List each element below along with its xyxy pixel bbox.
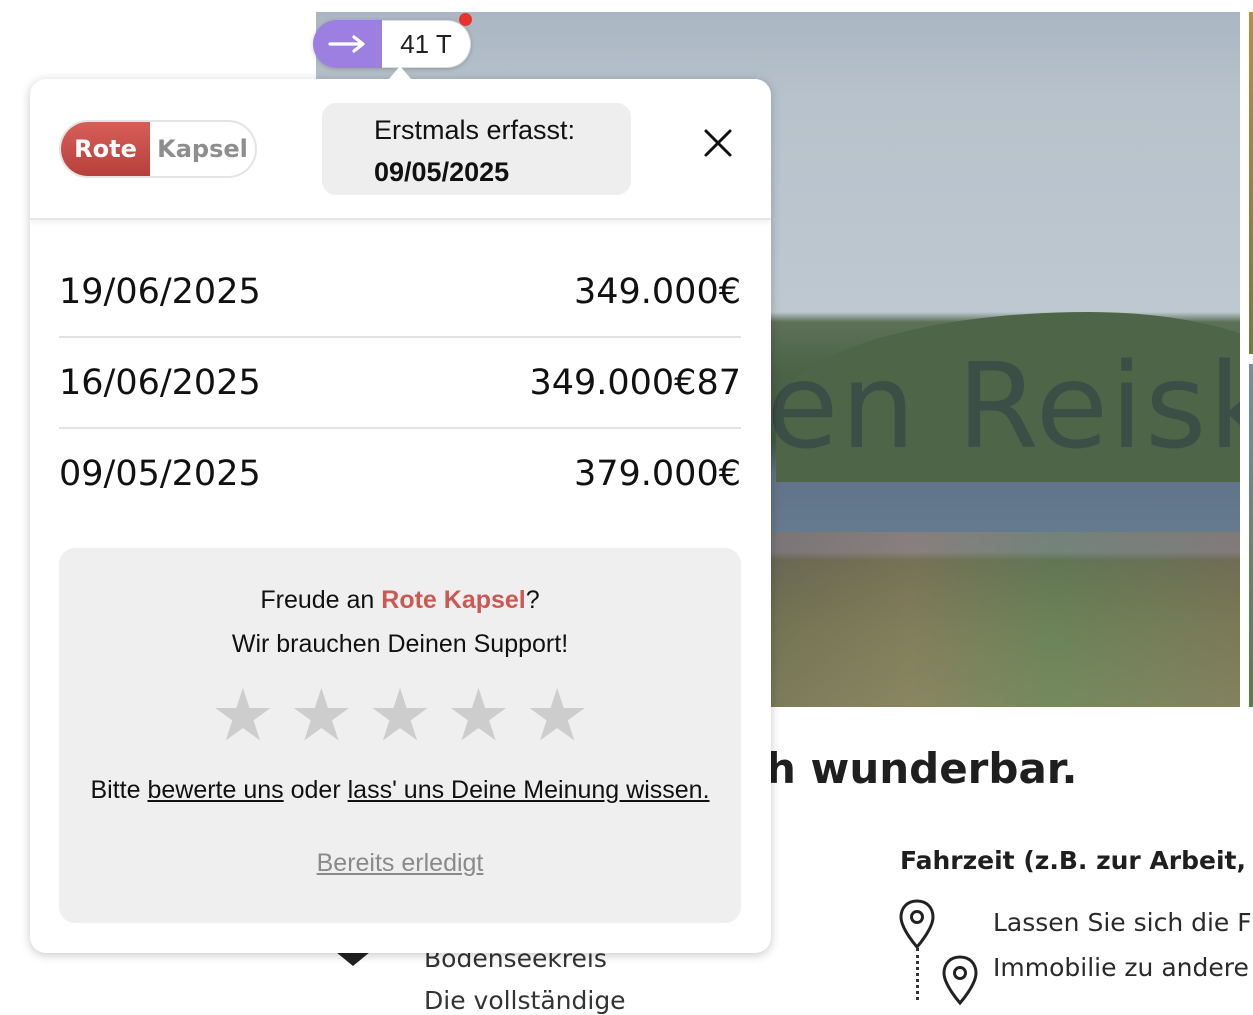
extension-badge[interactable]: 41 T <box>313 13 472 68</box>
popup-header: Rote Kapsel Erstmals erfasst: 09/05/2025 <box>30 79 771 220</box>
price-value: 379.000€ <box>573 453 741 494</box>
route-dots <box>916 948 919 1000</box>
extension-toggle-button[interactable] <box>313 20 382 68</box>
photo-watermark: en Reisky <box>766 337 1240 475</box>
location-pin-icon <box>899 899 935 950</box>
feedback-intro-prefix: Freude an <box>260 586 382 614</box>
commute-text: Immobilie zu andere <box>993 953 1249 982</box>
price-history-list: 19/06/2025 349.000€ 16/06/2025 349.000€8… <box>59 247 741 518</box>
price-history-row: 09/05/2025 379.000€ <box>59 429 741 518</box>
star-icon[interactable]: ★ <box>368 676 433 756</box>
star-icon[interactable]: ★ <box>446 676 511 756</box>
feedback-intro: Freude an Rote Kapsel? <box>59 586 741 615</box>
brand-logo-secondary: Kapsel <box>157 135 248 163</box>
brand-logo[interactable]: Rote Kapsel <box>59 120 257 178</box>
already-done-link[interactable]: Bereits erledigt <box>59 849 741 878</box>
price-history-popup: Rote Kapsel Erstmals erfasst: 09/05/2025… <box>30 79 771 953</box>
brand-logo-primary: Rote <box>61 122 150 176</box>
map-marker-icon <box>336 952 370 966</box>
price-value: 349.000€ <box>573 271 741 312</box>
first-seen-label: Erstmals erfasst: <box>374 115 576 145</box>
close-icon[interactable] <box>700 125 736 161</box>
first-seen-date: 09/05/2025 <box>374 157 510 187</box>
star-icon[interactable]: ★ <box>211 676 276 756</box>
region-description: Die vollständige <box>424 986 626 1015</box>
star-icon[interactable]: ★ <box>525 676 590 756</box>
feedback-brand-name: Rote Kapsel <box>381 586 526 614</box>
feedback-panel: Freude an Rote Kapsel? Wir brauchen Dein… <box>59 548 741 923</box>
days-on-market-counter[interactable]: 41 T <box>382 20 471 68</box>
listing-headline: h wunderbar. <box>766 744 1078 793</box>
price-date: 09/05/2025 <box>59 453 261 494</box>
price-history-row: 19/06/2025 349.000€ <box>59 247 741 338</box>
rate-us-link[interactable]: bewerte uns <box>147 776 283 804</box>
feedback-links: Bitte bewerte uns oder lass' uns Deine M… <box>59 776 741 805</box>
location-pin-icon <box>942 955 978 1006</box>
feedback-support-text: Wir brauchen Deinen Support! <box>231 630 569 658</box>
price-value: 349.000€87 <box>529 362 741 403</box>
star-icon[interactable]: ★ <box>289 676 354 756</box>
star-rating[interactable]: ★ ★ ★ ★ ★ <box>59 676 741 756</box>
price-date: 19/06/2025 <box>59 271 261 312</box>
gallery-thumbnail[interactable] <box>1249 364 1253 707</box>
popup-pointer <box>389 66 411 79</box>
feedback-intro-suffix: ? <box>525 586 540 614</box>
gallery-thumbnail[interactable] <box>1249 12 1253 354</box>
first-seen-box: Erstmals erfasst: 09/05/2025 <box>322 103 631 195</box>
photo-town <box>766 532 1240 707</box>
feedback-links-prefix: Bitte <box>90 776 148 804</box>
give-feedback-link[interactable]: lass' uns Deine Meinung wissen. <box>348 776 710 804</box>
price-history-row: 16/06/2025 349.000€87 <box>59 338 741 429</box>
price-date: 16/06/2025 <box>59 362 261 403</box>
arrow-right-icon <box>327 35 365 53</box>
commute-text: Lassen Sie sich die F <box>993 908 1252 937</box>
commute-section-title: Fahrzeit (z.B. zur Arbeit, Kit <box>900 846 1253 875</box>
feedback-links-middle: oder <box>283 776 348 804</box>
notification-dot <box>459 13 472 26</box>
